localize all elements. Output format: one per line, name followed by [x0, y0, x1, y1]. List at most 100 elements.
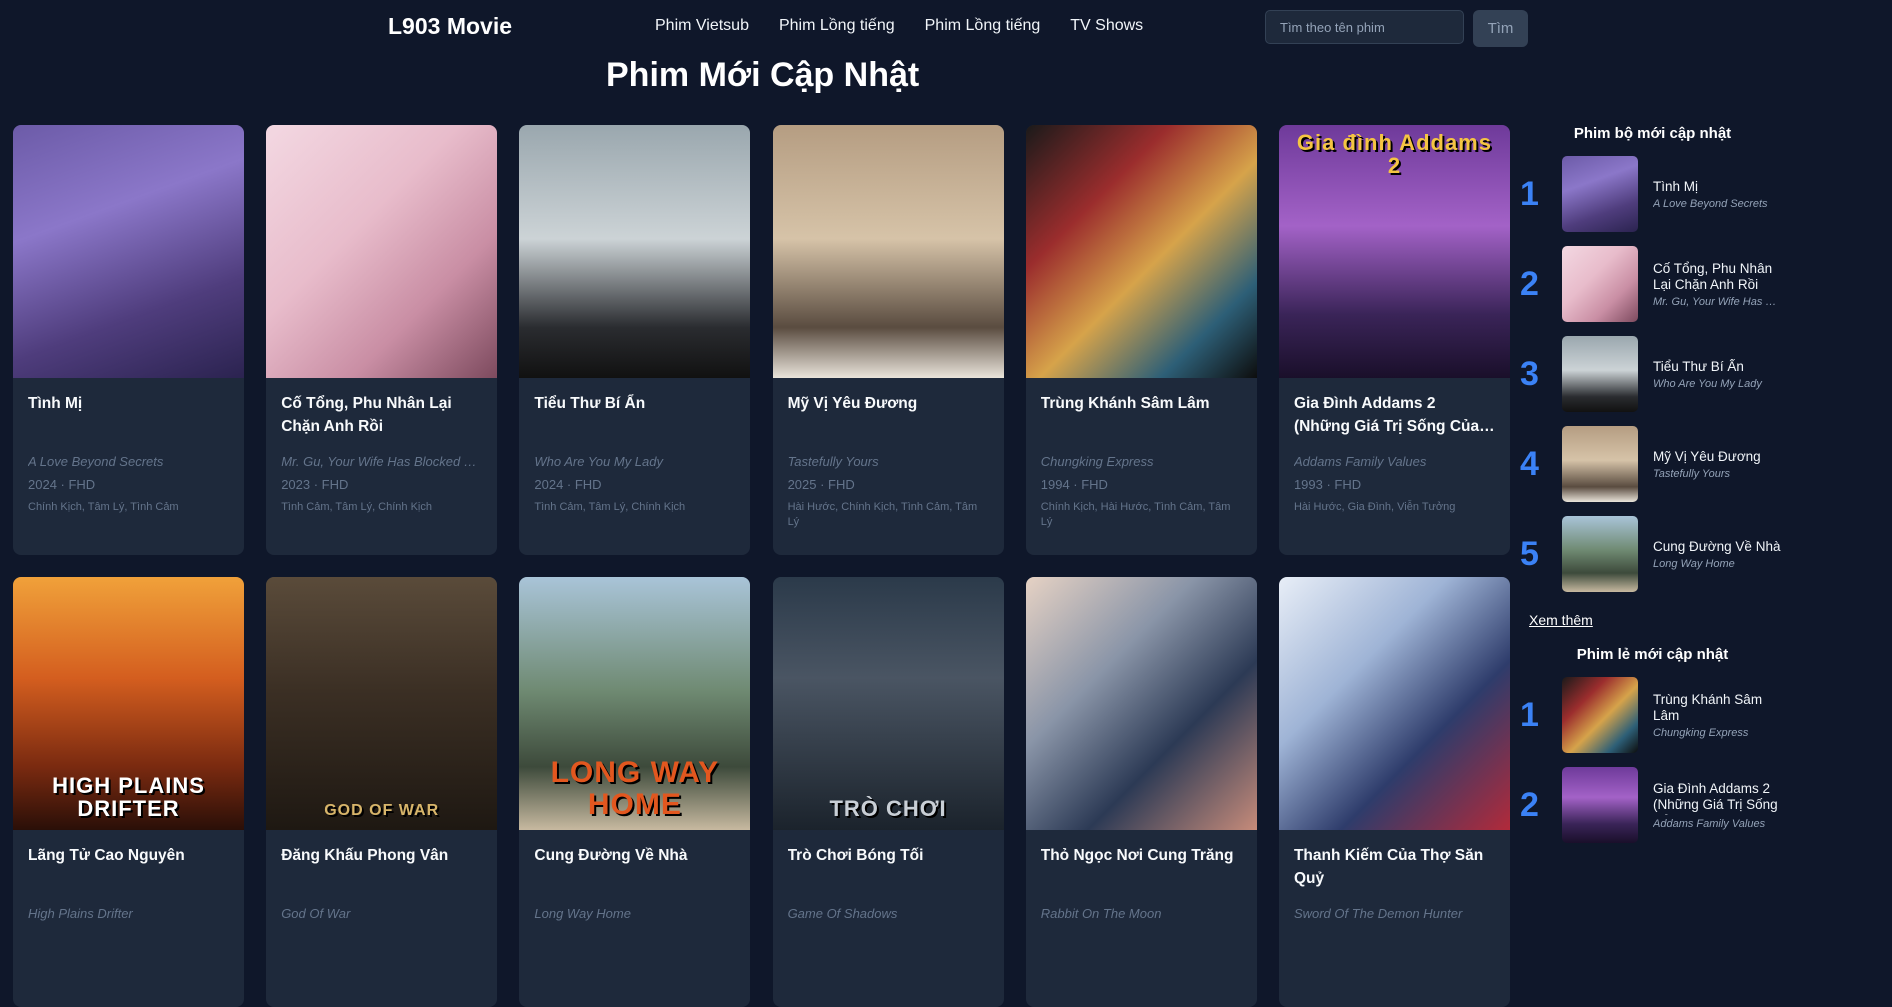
rank-info: Gia Đình Addams 2 (Những Giá Trị Sống Củ…	[1653, 781, 1783, 830]
card-body: Trùng Khánh Sâm Lâm Chungking Express 19…	[1026, 378, 1257, 530]
rank-thumbnail	[1562, 677, 1638, 753]
movie-title: Thanh Kiếm Của Thợ Săn Quỷ	[1293, 847, 1484, 887]
series-rank-item[interactable]: 5 Cung Đường Về Nhà Long Way Home	[1520, 516, 1892, 592]
card-body: Thỏ Ngọc Nơi Cung Trăng Rabbit On The Mo…	[1026, 830, 1257, 921]
movie-original-title: Chungking Express	[1040, 454, 1154, 469]
rank-thumbnail	[1562, 426, 1638, 502]
rank-subtitle: Long Way Home	[1653, 557, 1735, 570]
movie-original-title: Tastefully Yours	[787, 454, 879, 469]
page-title: Phim Mới Cập Nhật	[606, 56, 920, 94]
movie-genres: Hài Hước, Chính Kịch, Tình Cảm, Tâm Lý	[787, 501, 978, 528]
rank-thumbnail	[1562, 336, 1638, 412]
rank-subtitle: Addams Family Values	[1653, 817, 1766, 830]
rank-thumbnail	[1562, 767, 1638, 843]
movie-card[interactable]: HIGH PLAINS DRIFTER Lãng Tử Cao Nguyên H…	[13, 577, 244, 1007]
movie-original-title: Who Are You My Lady	[534, 454, 663, 469]
site-logo[interactable]: L903 Movie	[388, 13, 512, 40]
movie-card[interactable]: Tình Mị A Love Beyond Secrets 2024 · FHD…	[13, 125, 244, 555]
poster-caption: Gia đình Addams 2	[1296, 130, 1492, 179]
movie-card[interactable]: Trùng Khánh Sâm Lâm Chungking Express 19…	[1025, 125, 1257, 555]
series-rank-item[interactable]: 4 Mỹ Vị Yêu Đương Tastefully Yours	[1520, 426, 1892, 502]
movie-genres: Chính Kịch, Hài Hước, Tình Cảm, Tâm Lý	[1040, 501, 1231, 528]
movie-original-title: Sword Of The Demon Hunter	[1293, 906, 1463, 921]
movie-genres: Hài Hước, Gia Đình, Viễn Tưởng	[1293, 501, 1456, 513]
rank-title: Cung Đường Về Nhà	[1653, 538, 1781, 554]
movie-rank-item[interactable]: 1 Trùng Khánh Sâm Lâm Chungking Express	[1520, 677, 1892, 753]
rank-info: Cung Đường Về Nhà Long Way Home	[1653, 539, 1783, 570]
rank-title: Trùng Khánh Sâm Lâm	[1653, 691, 1763, 723]
rank-subtitle: Mr. Gu, Your Wife Has Blocked You Again	[1653, 295, 1783, 308]
movie-card[interactable]: LONG WAY HOME Cung Đường Về Nhà Long Way…	[519, 577, 751, 1007]
series-rank-item[interactable]: 2 Cố Tổng, Phu Nhân Lại Chặn Anh Rồi Mr.…	[1520, 246, 1892, 322]
movie-poster: TRÒ CHƠI	[772, 577, 1004, 830]
rank-info: Tiểu Thư Bí Ẩn Who Are You My Lady	[1653, 359, 1783, 390]
nav-item-long-tieng-2[interactable]: Phim Lồng tiếng	[925, 17, 1041, 35]
movie-meta: 2024 · FHD	[534, 477, 602, 492]
poster-caption: LONG WAY HOME	[550, 756, 720, 821]
card-body: Tình Mị A Love Beyond Secrets 2024 · FHD…	[13, 378, 244, 515]
poster-caption: HIGH PLAINS DRIFTER	[52, 772, 205, 821]
movie-poster	[266, 125, 498, 378]
movie-title: Cung Đường Về Nhà	[534, 847, 688, 864]
movie-original-title: Long Way Home	[534, 906, 631, 921]
movie-title: Thỏ Ngọc Nơi Cung Trăng	[1040, 847, 1234, 864]
rank-info: Mỹ Vị Yêu Đương Tastefully Yours	[1653, 449, 1783, 480]
movie-card[interactable]: Cố Tổng, Phu Nhân Lại Chặn Anh Rồi Mr. G…	[266, 125, 498, 555]
rank-subtitle: Chungking Express	[1653, 726, 1749, 739]
movie-card[interactable]: Gia đình Addams 2 Gia Đình Addams 2 (Nhữ…	[1278, 125, 1510, 555]
series-heading: Phim bộ mới cập nhật	[1573, 125, 1732, 142]
movie-original-title: High Plains Drifter	[28, 906, 133, 921]
movie-card[interactable]: Tiểu Thư Bí Ẩn Who Are You My Lady 2024 …	[519, 125, 751, 555]
movie-poster: Gia đình Addams 2	[1278, 125, 1510, 378]
movie-rank-item[interactable]: 2 Gia Đình Addams 2 (Những Giá Trị Sống …	[1520, 767, 1892, 843]
rank-title: Mỹ Vị Yêu Đương	[1653, 448, 1761, 464]
movie-title: Mỹ Vị Yêu Đương	[787, 395, 918, 412]
movie-grid: Tình Mị A Love Beyond Secrets 2024 · FHD…	[13, 125, 1510, 1007]
rank-number: 5	[1520, 534, 1539, 573]
movie-poster: HIGH PLAINS DRIFTER	[13, 577, 244, 830]
rank-number: 2	[1520, 785, 1539, 824]
movie-card[interactable]: TRÒ CHƠI Trò Chơi Bóng Tối Game Of Shado…	[772, 577, 1004, 1007]
card-body: Thanh Kiếm Của Thợ Săn Quỷ Sword Of The …	[1279, 830, 1510, 921]
card-body: Cung Đường Về Nhà Long Way Home	[519, 830, 750, 921]
search-input[interactable]	[1265, 10, 1464, 44]
series-rank-item[interactable]: 3 Tiểu Thư Bí Ẩn Who Are You My Lady	[1520, 336, 1892, 412]
movie-meta: 2025 · FHD	[787, 477, 855, 492]
series-rank-item[interactable]: 1 Tình Mị A Love Beyond Secrets	[1520, 156, 1892, 232]
main-nav: Phim Vietsub Phim Lồng tiếng Phim Lồng t…	[655, 17, 1143, 35]
card-body: Đăng Khấu Phong Vân God Of War	[266, 830, 497, 921]
movie-title: Cố Tổng, Phu Nhân Lại Chặn Anh Rồi	[281, 395, 452, 435]
movie-poster	[1278, 577, 1510, 830]
movie-card[interactable]: Thanh Kiếm Của Thợ Săn Quỷ Sword Of The …	[1278, 577, 1510, 1007]
movie-meta: 1993 · FHD	[1293, 477, 1362, 492]
movie-poster	[1025, 125, 1257, 378]
nav-item-vietsub[interactable]: Phim Vietsub	[655, 17, 749, 35]
see-more-link[interactable]: Xem thêm	[1529, 612, 1892, 628]
nav-item-tv-shows[interactable]: TV Shows	[1070, 17, 1143, 35]
card-body: Mỹ Vị Yêu Đương Tastefully Yours 2025 · …	[773, 378, 1004, 530]
movie-poster: LONG WAY HOME	[519, 577, 751, 830]
movie-title: Trùng Khánh Sâm Lâm	[1040, 395, 1210, 412]
sidebar: Phim bộ mới cập nhật 1 Tình Mị A Love Be…	[1520, 125, 1892, 843]
rank-number: 3	[1520, 354, 1539, 393]
rank-subtitle: A Love Beyond Secrets	[1653, 197, 1768, 210]
movie-card[interactable]: Mỹ Vị Yêu Đương Tastefully Yours 2025 · …	[772, 125, 1004, 555]
movie-original-title: A Love Beyond Secrets	[28, 454, 164, 469]
rank-title: Gia Đình Addams 2 (Những Giá Trị Sống Củ…	[1653, 780, 1778, 815]
poster-caption: GOD OF WAR	[324, 802, 440, 820]
movie-genres: Tình Cảm, Tâm Lý, Chính Kịch	[534, 501, 686, 513]
movie-title: Tiểu Thư Bí Ẩn	[534, 395, 646, 412]
card-body: Lãng Tử Cao Nguyên High Plains Drifter	[13, 830, 244, 921]
rank-info: Tình Mị A Love Beyond Secrets	[1653, 179, 1783, 210]
rank-thumbnail	[1562, 156, 1638, 232]
rank-title: Cố Tổng, Phu Nhân Lại Chặn Anh Rồi	[1653, 260, 1773, 292]
site-header: L903 Movie Phim Vietsub Phim Lồng tiếng …	[0, 0, 1892, 56]
movie-card[interactable]: GOD OF WAR Đăng Khấu Phong Vân God Of Wa…	[266, 577, 498, 1007]
nav-item-long-tieng[interactable]: Phim Lồng tiếng	[779, 17, 895, 35]
movie-card[interactable]: Thỏ Ngọc Nơi Cung Trăng Rabbit On The Mo…	[1025, 577, 1257, 1007]
search-button[interactable]: Tìm	[1473, 10, 1528, 47]
rank-title: Tiểu Thư Bí Ẩn	[1653, 358, 1744, 374]
movie-title: Lãng Tử Cao Nguyên	[28, 847, 185, 864]
movie-meta: 2023 · FHD	[281, 477, 349, 492]
movie-poster: GOD OF WAR	[266, 577, 498, 830]
